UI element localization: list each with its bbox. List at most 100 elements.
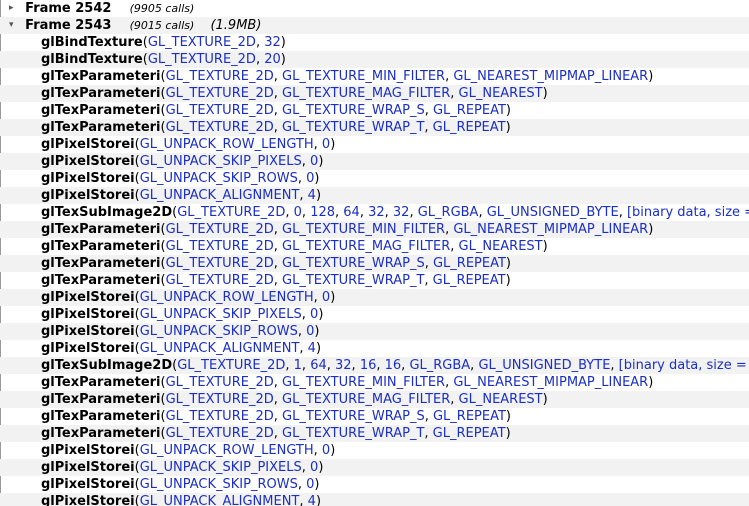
- call-function-name: glPixelStorei: [41, 494, 135, 506]
- frame-name: Frame 2542: [25, 1, 112, 16]
- call-argument: GL_TEXTURE_WRAP_S: [282, 103, 425, 118]
- frame-size: (1.9MB): [210, 18, 262, 33]
- call-row[interactable]: glTexParameteri(GL_TEXTURE_2D, GL_TEXTUR…: [0, 221, 749, 238]
- call-argument: 0: [306, 324, 315, 339]
- call-function-name: glTexParameteri: [41, 103, 161, 118]
- call-row[interactable]: glTexParameteri(GL_TEXTURE_2D, GL_TEXTUR…: [0, 255, 749, 272]
- call-row[interactable]: glTexParameteri(GL_TEXTURE_2D, GL_TEXTUR…: [0, 408, 749, 425]
- call-function-name: glTexParameteri: [41, 222, 161, 237]
- call-function-name: glPixelStorei: [41, 443, 135, 458]
- call-argument: 0: [306, 171, 315, 186]
- call-argument: GL_REPEAT: [432, 426, 506, 441]
- call-row[interactable]: glPixelStorei(GL_UNPACK_SKIP_PIXELS, 0): [0, 459, 749, 476]
- call-row[interactable]: glPixelStorei(GL_UNPACK_ALIGNMENT, 4): [0, 340, 749, 357]
- call-argument: 0: [321, 137, 331, 152]
- call-argument: GL_UNPACK_SKIP_ROWS: [139, 171, 298, 186]
- call-argument: 0: [321, 443, 331, 458]
- call-argument: GL_TEXTURE_2D: [177, 358, 286, 373]
- call-row[interactable]: glPixelStorei(GL_UNPACK_SKIP_ROWS, 0): [0, 170, 749, 187]
- call-row[interactable]: glTexParameteri(GL_TEXTURE_2D, GL_TEXTUR…: [0, 272, 749, 289]
- call-function-name: glTexParameteri: [41, 256, 161, 271]
- call-row[interactable]: glPixelStorei(GL_UNPACK_ROW_LENGTH, 0): [0, 442, 749, 459]
- call-function-name: glBindTexture: [41, 52, 143, 67]
- call-argument: 16: [384, 358, 402, 373]
- call-function-name: glTexParameteri: [41, 273, 161, 288]
- call-row[interactable]: glBindTexture(GL_TEXTURE_2D, 20): [0, 51, 749, 68]
- call-function-name: glBindTexture: [41, 35, 143, 50]
- call-function-name: glPixelStorei: [41, 307, 135, 322]
- call-argument: [binary data, size =: [618, 358, 747, 373]
- call-argument: GL_REPEAT: [432, 256, 506, 271]
- call-argument: 1: [293, 358, 302, 373]
- call-row[interactable]: glPixelStorei(GL_UNPACK_SKIP_PIXELS, 0): [0, 153, 749, 170]
- call-argument: GL_REPEAT: [432, 273, 506, 288]
- call-list: glBindTexture(GL_TEXTURE_2D, 32) glBindTe…: [0, 34, 749, 506]
- call-row[interactable]: glPixelStorei(GL_UNPACK_ALIGNMENT, 4): [0, 187, 749, 204]
- call-argument: 64: [343, 205, 360, 220]
- call-argument: GL_UNPACK_ROW_LENGTH: [139, 290, 314, 305]
- call-function-name: glTexParameteri: [41, 239, 161, 254]
- call-argument: 0: [310, 307, 319, 322]
- call-row[interactable]: glPixelStorei(GL_UNPACK_SKIP_ROWS, 0): [0, 476, 749, 493]
- call-row[interactable]: glPixelStorei(GL_UNPACK_ROW_LENGTH, 0): [0, 289, 749, 306]
- call-row[interactable]: glTexParameteri(GL_TEXTURE_2D, GL_TEXTUR…: [0, 68, 749, 85]
- call-row[interactable]: glBindTexture(GL_TEXTURE_2D, 32): [0, 34, 749, 51]
- call-argument: GL_REPEAT: [432, 103, 506, 118]
- call-argument: 0: [293, 205, 302, 220]
- collapse-arrow-icon[interactable]: ▾: [9, 17, 21, 34]
- call-row[interactable]: glTexParameteri(GL_TEXTURE_2D, GL_TEXTUR…: [0, 391, 749, 408]
- call-argument: 0: [310, 154, 319, 169]
- call-argument: GL_TEXTURE_MIN_FILTER: [282, 69, 446, 84]
- call-argument: 4: [307, 494, 316, 506]
- call-argument: GL_TEXTURE_MAG_FILTER: [282, 392, 451, 407]
- call-argument: GL_TEXTURE_MAG_FILTER: [282, 86, 451, 101]
- call-row[interactable]: glPixelStorei(GL_UNPACK_SKIP_PIXELS, 0): [0, 306, 749, 323]
- call-row[interactable]: glTexSubImage2D(GL_TEXTURE_2D, 1, 64, 32…: [0, 357, 749, 374]
- call-argument: GL_TEXTURE_WRAP_T: [282, 426, 425, 441]
- call-row[interactable]: glTexParameteri(GL_TEXTURE_2D, GL_TEXTUR…: [0, 119, 749, 136]
- call-argument: 0: [310, 460, 319, 475]
- call-argument: 128: [310, 205, 336, 220]
- call-argument: GL_NEAREST_MIPMAP_LINEAR: [453, 375, 649, 390]
- call-row[interactable]: glTexParameteri(GL_TEXTURE_2D, GL_TEXTUR…: [0, 374, 749, 391]
- call-argument: GL_TEXTURE_MAG_FILTER: [282, 239, 451, 254]
- call-argument: [binary data, size =: [626, 205, 749, 220]
- call-argument: 32: [392, 205, 410, 220]
- call-argument: GL_NEAREST: [458, 239, 543, 254]
- call-argument: GL_UNPACK_SKIP_PIXELS: [139, 154, 302, 169]
- frame-row-2543[interactable]: ▾ Frame 2543 (9015 calls) (1.9MB): [0, 17, 749, 34]
- call-function-name: glTexParameteri: [41, 392, 161, 407]
- call-row[interactable]: glTexParameteri(GL_TEXTURE_2D, GL_TEXTUR…: [0, 238, 749, 255]
- call-row[interactable]: glTexParameteri(GL_TEXTURE_2D, GL_TEXTUR…: [0, 425, 749, 442]
- call-argument: 64: [310, 358, 327, 373]
- call-argument: GL_UNPACK_ROW_LENGTH: [139, 137, 314, 152]
- call-function-name: glPixelStorei: [41, 477, 135, 492]
- call-argument: GL_UNPACK_SKIP_PIXELS: [139, 460, 302, 475]
- call-argument: 4: [307, 188, 316, 203]
- call-argument: GL_REPEAT: [432, 120, 506, 135]
- frame-row-2542[interactable]: ▸ Frame 2542 (9905 calls): [0, 0, 749, 17]
- call-trace-tree: ▸ Frame 2542 (9905 calls) ▾ Frame 2543 (…: [0, 0, 749, 506]
- call-function-name: glPixelStorei: [41, 460, 135, 475]
- call-row[interactable]: glPixelStorei(GL_UNPACK_ALIGNMENT, 4): [0, 493, 749, 506]
- call-argument: GL_TEXTURE_MIN_FILTER: [282, 222, 446, 237]
- call-argument: GL_NEAREST_MIPMAP_LINEAR: [453, 69, 649, 84]
- call-function-name: glPixelStorei: [41, 171, 135, 186]
- call-function-name: glTexSubImage2D: [41, 205, 173, 220]
- call-argument: GL_UNSIGNED_BYTE: [478, 358, 611, 373]
- call-function-name: glTexParameteri: [41, 409, 161, 424]
- call-argument: GL_TEXTURE_2D: [165, 409, 274, 424]
- call-row[interactable]: glTexParameteri(GL_TEXTURE_2D, GL_TEXTUR…: [0, 85, 749, 102]
- call-argument: GL_TEXTURE_2D: [165, 375, 274, 390]
- call-function-name: glPixelStorei: [41, 324, 135, 339]
- call-argument: GL_TEXTURE_MIN_FILTER: [282, 375, 446, 390]
- call-row[interactable]: glPixelStorei(GL_UNPACK_ROW_LENGTH, 0): [0, 136, 749, 153]
- call-function-name: glTexParameteri: [41, 375, 161, 390]
- call-argument: 4: [307, 341, 316, 356]
- frame-name: Frame 2543: [25, 18, 112, 33]
- call-row[interactable]: glTexParameteri(GL_TEXTURE_2D, GL_TEXTUR…: [0, 102, 749, 119]
- call-row[interactable]: glTexSubImage2D(GL_TEXTURE_2D, 0, 128, 6…: [0, 204, 749, 221]
- call-argument: GL_TEXTURE_2D: [165, 86, 274, 101]
- expand-arrow-icon[interactable]: ▸: [9, 0, 21, 17]
- call-row[interactable]: glPixelStorei(GL_UNPACK_SKIP_ROWS, 0): [0, 323, 749, 340]
